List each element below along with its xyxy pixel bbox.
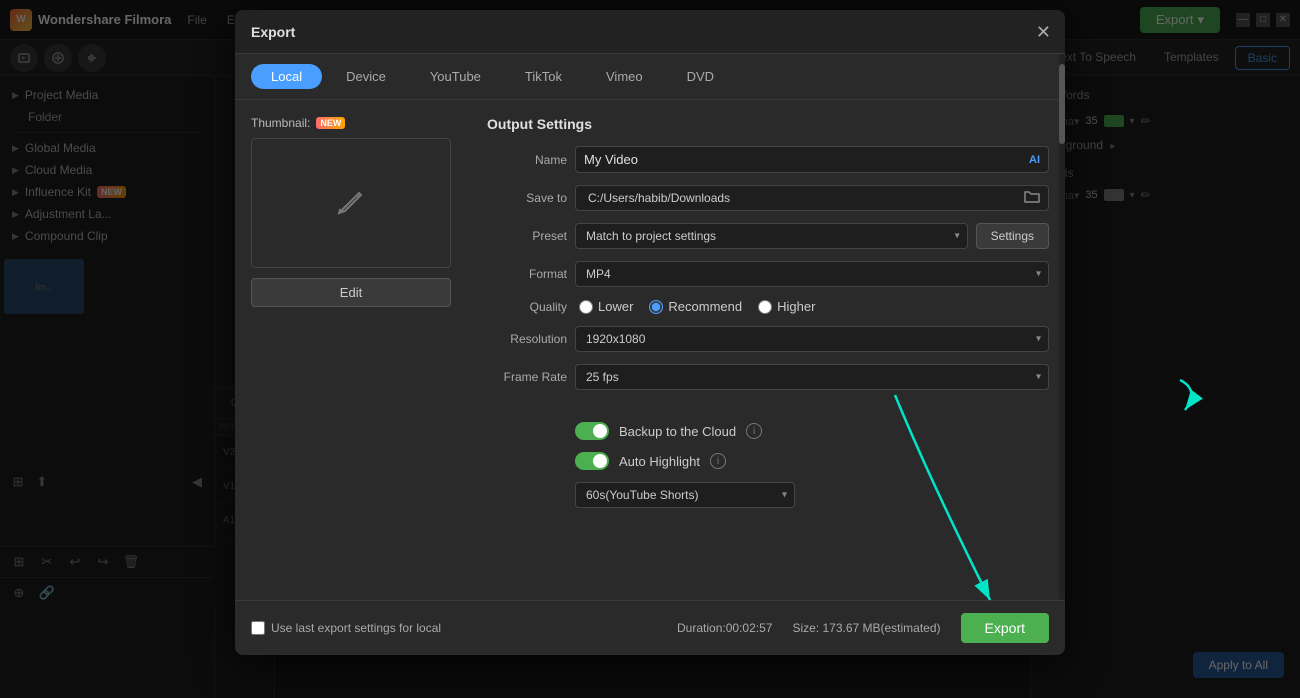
duration-label: Duration:	[677, 621, 726, 635]
backup-label: Backup to the Cloud	[619, 424, 736, 439]
tab-youtube[interactable]: YouTube	[410, 64, 501, 89]
spacer	[487, 402, 1049, 410]
preset-select-wrap: Match to project settings ▾	[575, 223, 968, 249]
info-icon-2-text: i	[717, 456, 719, 467]
auto-highlight-toggle-row: Auto Highlight i	[487, 452, 1049, 470]
resolution-select[interactable]: 1920x1080	[575, 326, 1049, 352]
quality-recommend[interactable]: Recommend	[649, 299, 742, 314]
last-settings-label: Use last export settings for local	[271, 621, 441, 635]
thumbnail-panel: Thumbnail: NEW Edit	[251, 116, 471, 584]
size-label: Size:	[792, 621, 819, 635]
settings-button[interactable]: Settings	[976, 223, 1049, 249]
footer-checkbox-row: Use last export settings for local	[251, 621, 441, 635]
edit-thumbnail-button[interactable]: Edit	[251, 278, 451, 307]
quality-recommend-radio[interactable]	[649, 300, 663, 314]
export-dialog: Export ✕ Local Device YouTube TikTok Vim…	[235, 10, 1065, 655]
save-path-wrap: C:/Users/habib/Downloads	[575, 185, 1049, 211]
yt-shorts-select-wrap: 60s(YouTube Shorts) ▾	[575, 482, 795, 508]
dialog-body: Thumbnail: NEW Edit Output Setti	[235, 100, 1065, 600]
footer-meta: Duration:00:02:57 Size: 173.67 MB(estima…	[677, 613, 1049, 643]
backup-toggle[interactable]	[575, 422, 609, 440]
backup-toggle-row: Backup to the Cloud i	[487, 422, 1049, 440]
dialog-footer: Use last export settings for local Durat…	[235, 600, 1065, 655]
preset-select[interactable]: Match to project settings	[575, 223, 968, 249]
export-final-button[interactable]: Export	[961, 613, 1049, 643]
save-to-row: Save to C:/Users/habib/Downloads	[487, 185, 1049, 211]
folder-svg-icon	[1024, 190, 1040, 204]
auto-highlight-label: Auto Highlight	[619, 454, 700, 469]
format-select[interactable]: MP4	[575, 261, 1049, 287]
dialog-tabs: Local Device YouTube TikTok Vimeo DVD	[235, 54, 1065, 100]
resolution-select-wrap: 1920x1080 ▾	[575, 326, 1049, 352]
frame-rate-select[interactable]: 25 fps	[575, 364, 1049, 390]
arrow-to-panel	[1180, 380, 1191, 410]
dialog-scrollbar-track	[1059, 54, 1065, 600]
save-to-label: Save to	[487, 191, 567, 205]
tab-vimeo[interactable]: Vimeo	[586, 64, 663, 89]
quality-lower-label: Lower	[598, 299, 633, 314]
thumbnail-new-badge: NEW	[316, 117, 345, 129]
thumbnail-preview	[252, 139, 450, 267]
thumbnail-text: Thumbnail:	[251, 116, 310, 130]
size-value: 173.67 MB(estimated)	[822, 621, 940, 635]
auto-highlight-info-icon[interactable]: i	[710, 453, 726, 469]
output-settings: Output Settings Name AI Save to	[487, 116, 1049, 584]
settings-grid: Name AI Save to C:/Users/habib/Downloads	[487, 146, 1049, 508]
yt-shorts-select[interactable]: 60s(YouTube Shorts)	[575, 482, 795, 508]
name-row: Name AI	[487, 146, 1049, 173]
dialog-scrollbar-thumb[interactable]	[1059, 64, 1065, 144]
dialog-header: Export ✕	[235, 10, 1065, 54]
auto-highlight-toggle-knob	[593, 454, 607, 468]
tab-dvd[interactable]: DVD	[667, 64, 734, 89]
resolution-row: Resolution 1920x1080 ▾	[487, 326, 1049, 352]
format-select-wrap: MP4 ▾	[575, 261, 1049, 287]
frame-rate-label: Frame Rate	[487, 370, 567, 384]
name-input[interactable]	[584, 147, 1029, 172]
pencil-icon	[331, 183, 371, 223]
preset-label: Preset	[487, 229, 567, 243]
dialog-close-button[interactable]: ✕	[1036, 23, 1051, 41]
tab-device[interactable]: Device	[326, 64, 406, 89]
footer-duration: Duration:00:02:57	[677, 621, 772, 635]
name-label: Name	[487, 153, 567, 167]
format-label: Format	[487, 267, 567, 281]
backup-toggle-knob	[593, 424, 607, 438]
auto-highlight-toggle[interactable]	[575, 452, 609, 470]
footer-size: Size: 173.67 MB(estimated)	[792, 621, 940, 635]
quality-radio-group: Lower Recommend Higher	[579, 299, 815, 314]
modal-overlay: Export ✕ Local Device YouTube TikTok Vim…	[0, 0, 1300, 698]
thumbnail-label-row: Thumbnail: NEW	[251, 116, 471, 130]
format-row: Format MP4 ▾	[487, 261, 1049, 287]
quality-higher-radio[interactable]	[758, 300, 772, 314]
tab-tiktok[interactable]: TikTok	[505, 64, 582, 89]
browse-folder-button[interactable]	[1024, 190, 1040, 207]
frame-rate-row: Frame Rate 25 fps ▾	[487, 364, 1049, 390]
name-input-wrap: AI	[575, 146, 1049, 173]
yt-shorts-row: 60s(YouTube Shorts) ▾	[487, 482, 1049, 508]
quality-higher[interactable]: Higher	[758, 299, 815, 314]
preset-row: Preset Match to project settings ▾ Setti…	[487, 223, 1049, 249]
duration-value: 00:02:57	[726, 621, 773, 635]
thumbnail-box	[251, 138, 451, 268]
dialog-title: Export	[251, 24, 295, 40]
resolution-label: Resolution	[487, 332, 567, 346]
last-settings-checkbox[interactable]	[251, 621, 265, 635]
quality-lower-radio[interactable]	[579, 300, 593, 314]
quality-label: Quality	[487, 300, 567, 314]
ai-icon[interactable]: AI	[1029, 154, 1040, 166]
save-path-text: C:/Users/habib/Downloads	[584, 186, 1024, 210]
quality-lower[interactable]: Lower	[579, 299, 633, 314]
quality-row: Quality Lower Recommend	[487, 299, 1049, 314]
frame-rate-select-wrap: 25 fps ▾	[575, 364, 1049, 390]
output-settings-title: Output Settings	[487, 116, 1049, 132]
tab-local[interactable]: Local	[251, 64, 322, 89]
quality-higher-label: Higher	[777, 299, 815, 314]
info-icon-text: i	[753, 426, 755, 437]
backup-info-icon[interactable]: i	[746, 423, 762, 439]
quality-recommend-label: Recommend	[668, 299, 742, 314]
